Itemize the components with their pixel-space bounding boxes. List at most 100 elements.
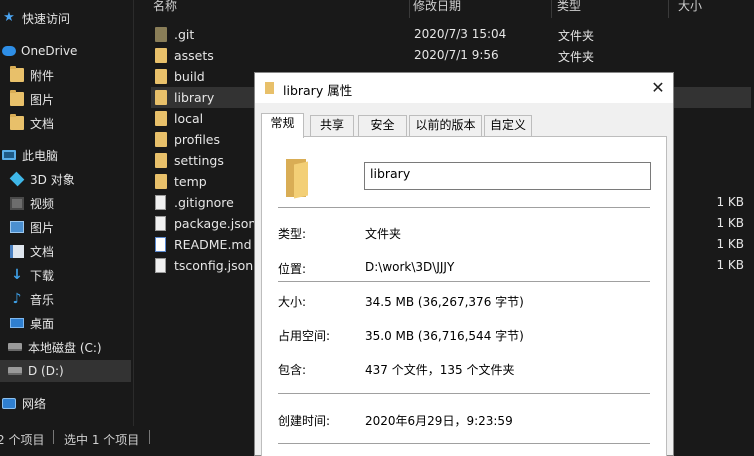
file-name: .gitignore <box>174 195 234 210</box>
nav-item-onedrive-documents[interactable]: 文档 <box>10 112 143 134</box>
column-header-size[interactable]: 大小 <box>678 0 748 18</box>
nav-item-3d-objects[interactable]: 3D 对象 <box>9 168 143 190</box>
nav-item-label: 文档 <box>30 244 55 259</box>
prop-value-size-on-disk: 35.0 MB (36,716,544 字节) <box>365 329 524 343</box>
nav-item-videos[interactable]: 视频 <box>10 192 143 214</box>
file-name: assets <box>174 48 214 63</box>
folder-icon <box>155 111 167 126</box>
music-icon: ♪ <box>12 291 22 307</box>
file-row[interactable]: assets 2020/7/1 9:56 文件夹 <box>151 45 751 66</box>
star-icon: ★ <box>3 10 15 25</box>
file-name: settings <box>174 153 224 168</box>
folder-icon <box>155 27 167 42</box>
folder-icon <box>155 69 167 84</box>
file-icon <box>155 258 166 273</box>
divider <box>278 393 650 394</box>
prop-value-created: 2020年6月29日，9:23:59 <box>365 414 513 428</box>
file-icon <box>155 195 166 210</box>
file-name: temp <box>174 174 207 189</box>
nav-item-label: 下载 <box>30 268 55 283</box>
nav-item-label: 音乐 <box>30 292 55 307</box>
nav-item-desktop[interactable]: 桌面 <box>10 312 143 334</box>
dialog-title-bar[interactable]: library 属性 ✕ <box>255 73 673 103</box>
nav-item-label: 网络 <box>22 396 47 411</box>
prop-label-size: 大小: <box>278 295 307 309</box>
3d-objects-icon <box>9 171 25 187</box>
nav-item-label: OneDrive <box>21 44 78 58</box>
folder-icon <box>10 66 24 82</box>
file-date: 2020/7/3 15:04 <box>414 27 507 41</box>
nav-item-this-pc[interactable]: 此电脑 <box>2 144 135 166</box>
general-panel: library 类型: 文件夹 位置: D:\work\3D\JJJY 大小: … <box>261 136 667 456</box>
folder-icon <box>155 48 167 63</box>
tab-sharing[interactable]: 共享 <box>310 115 354 136</box>
nav-item-drive-d[interactable]: D (D:) <box>0 360 131 382</box>
divider <box>278 281 650 282</box>
video-icon <box>10 196 24 210</box>
nav-item-label: 附件 <box>30 68 55 83</box>
nav-item-attachments[interactable]: 附件 <box>10 64 143 86</box>
download-icon: ↓ <box>11 267 23 283</box>
file-size: 1 KB <box>716 237 744 251</box>
file-name: .git <box>174 27 195 42</box>
nav-item-documents[interactable]: 文档 <box>10 240 143 262</box>
file-date: 2020/7/1 9:56 <box>414 48 499 62</box>
nav-item-network[interactable]: 网络 <box>2 392 135 414</box>
divider <box>278 443 650 444</box>
cloud-icon <box>2 46 16 56</box>
status-divider <box>53 430 54 444</box>
tab-previous-versions[interactable]: 以前的版本 <box>409 115 482 136</box>
folder-icon <box>155 132 167 147</box>
file-name: build <box>174 69 205 84</box>
file-size: 1 KB <box>716 195 744 209</box>
column-header-type[interactable]: 类型 <box>557 0 669 18</box>
item-count: 2 个项目 <box>0 433 45 447</box>
prop-value-type: 文件夹 <box>365 227 402 241</box>
nav-item-label: 桌面 <box>30 316 55 331</box>
tab-customize[interactable]: 自定义 <box>484 115 532 136</box>
network-icon <box>2 397 16 409</box>
nav-item-pictures[interactable]: 图片 <box>10 216 143 238</box>
prop-value-location: D:\work\3D\JJJY <box>365 260 455 274</box>
file-size: 1 KB <box>716 258 744 272</box>
folder-icon <box>155 90 167 105</box>
nav-item-label: 图片 <box>30 92 55 107</box>
nav-item-label: 本地磁盘 (C:) <box>28 340 102 355</box>
folder-icon <box>284 159 314 199</box>
column-header-name[interactable]: 名称 <box>153 0 410 18</box>
column-header-date[interactable]: 修改日期 <box>413 0 552 18</box>
desktop-icon <box>10 318 24 328</box>
folder-icon <box>10 114 24 130</box>
close-icon[interactable]: ✕ <box>643 73 673 103</box>
column-header: 名称 修改日期 类型 大小 <box>135 0 754 18</box>
dialog-tabs: 常规 共享 安全 以前的版本 自定义 <box>261 113 665 138</box>
nav-item-label: 图片 <box>30 220 55 235</box>
file-row[interactable]: .git 2020/7/3 15:04 文件夹 <box>151 24 751 45</box>
status-divider <box>149 430 150 444</box>
nav-item-onedrive[interactable]: OneDrive <box>2 40 135 62</box>
file-name: profiles <box>174 132 220 147</box>
folder-icon <box>10 90 24 106</box>
prop-label-location: 位置: <box>278 262 307 276</box>
nav-item-label: 3D 对象 <box>30 172 75 187</box>
navigation-pane: ★ 快速访问 OneDrive 附件 图片 文档 此电脑 3D 对象 视频 图片… <box>0 0 134 426</box>
nav-item-label: 文档 <box>30 116 55 131</box>
file-size: 1 KB <box>716 216 744 230</box>
markdown-file-icon <box>155 237 166 252</box>
nav-item-downloads[interactable]: ↓ 下载 <box>10 264 143 286</box>
nav-item-music[interactable]: ♪ 音乐 <box>10 288 143 310</box>
prop-value-contains: 437 个文件，135 个文件夹 <box>365 363 515 377</box>
prop-label-type: 类型: <box>278 227 307 241</box>
nav-item-drive-c[interactable]: 本地磁盘 (C:) <box>8 336 141 358</box>
folder-icon <box>265 82 274 94</box>
tab-general[interactable]: 常规 <box>261 113 304 138</box>
nav-item-onedrive-pictures[interactable]: 图片 <box>10 88 143 110</box>
nav-item-quick-access[interactable]: ★ 快速访问 <box>2 7 135 29</box>
tab-security[interactable]: 安全 <box>358 115 407 136</box>
file-name: README.md <box>174 237 252 252</box>
folder-icon <box>155 153 167 168</box>
folder-name-input[interactable]: library <box>364 162 651 190</box>
file-icon <box>155 216 166 231</box>
file-type: 文件夹 <box>558 29 595 43</box>
dialog-title: library 属性 <box>283 83 353 98</box>
